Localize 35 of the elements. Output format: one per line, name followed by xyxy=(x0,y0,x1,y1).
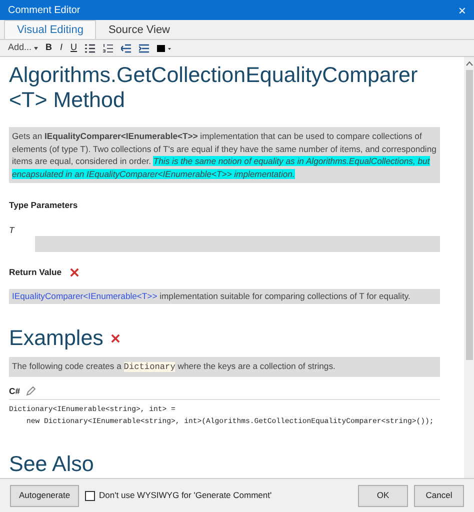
return-value-paragraph: IEqualityComparer<IEnumerable<T>> implementation suitable for comparing collections of T for equality. xyxy=(9,288,440,304)
italic-button[interactable]: I xyxy=(60,41,63,55)
tab[interactable]: Source View xyxy=(96,22,182,39)
outdent-icon[interactable] xyxy=(121,44,132,52)
cancel-button[interactable]: Cancel xyxy=(414,484,464,506)
delete-icon[interactable] xyxy=(111,334,120,343)
example-description: The following code creates a Dictionary where the keys are a collection of strings. xyxy=(9,357,440,376)
language-label: C# xyxy=(9,384,20,397)
caret-icon xyxy=(34,46,38,50)
type-link[interactable]: IEqualityComparer<IEnumerable<T>> xyxy=(12,291,158,301)
summary-paragraph: Gets an IEqualityComparer<IEnumerable<T>> implementation that can be used to compare collections of elements (of type T). Two collections of T's are equal if they have the same number of items, and corresponding items are equal, considered in order. This is the same notion of equality as in Algorithms.EqualCollections, but encapsulated in an IEqualityComparer<IEnumerable<T>> implementation. xyxy=(9,127,440,183)
section-heading: Type Parameters xyxy=(9,199,79,212)
checkbox-label: Don't use WYSIWYG for 'Generate Comment' xyxy=(99,489,272,502)
scrollbar[interactable] xyxy=(464,57,474,478)
section-title: See Also xyxy=(9,452,95,477)
close-button[interactable]: × xyxy=(458,4,466,16)
window-title: Comment Editor xyxy=(8,4,80,18)
scroll-up-icon[interactable] xyxy=(466,61,472,66)
parameter-description-field[interactable] xyxy=(35,236,440,252)
tab[interactable]: Visual Editing xyxy=(4,20,96,39)
autogenerate-button[interactable]: Autogenerate xyxy=(10,484,80,506)
bullet-list-icon[interactable] xyxy=(85,44,96,52)
checkbox[interactable] xyxy=(85,490,96,500)
add-dropdown[interactable]: Add... xyxy=(8,41,38,55)
parameter-name: T xyxy=(9,224,16,236)
numbered-list-icon[interactable] xyxy=(103,44,114,52)
section-heading: Return Value xyxy=(9,266,62,278)
delete-icon[interactable] xyxy=(70,268,79,277)
section-title: Examples xyxy=(9,326,104,351)
indent-icon[interactable] xyxy=(139,44,150,52)
underline-button[interactable]: U xyxy=(70,41,78,55)
bold-button[interactable]: B xyxy=(46,41,52,55)
page-title: Algorithms.GetCollectionEqualityComparer <T> Method xyxy=(9,63,419,113)
ok-button[interactable]: OK xyxy=(358,484,408,506)
pencil-icon[interactable] xyxy=(26,386,36,396)
